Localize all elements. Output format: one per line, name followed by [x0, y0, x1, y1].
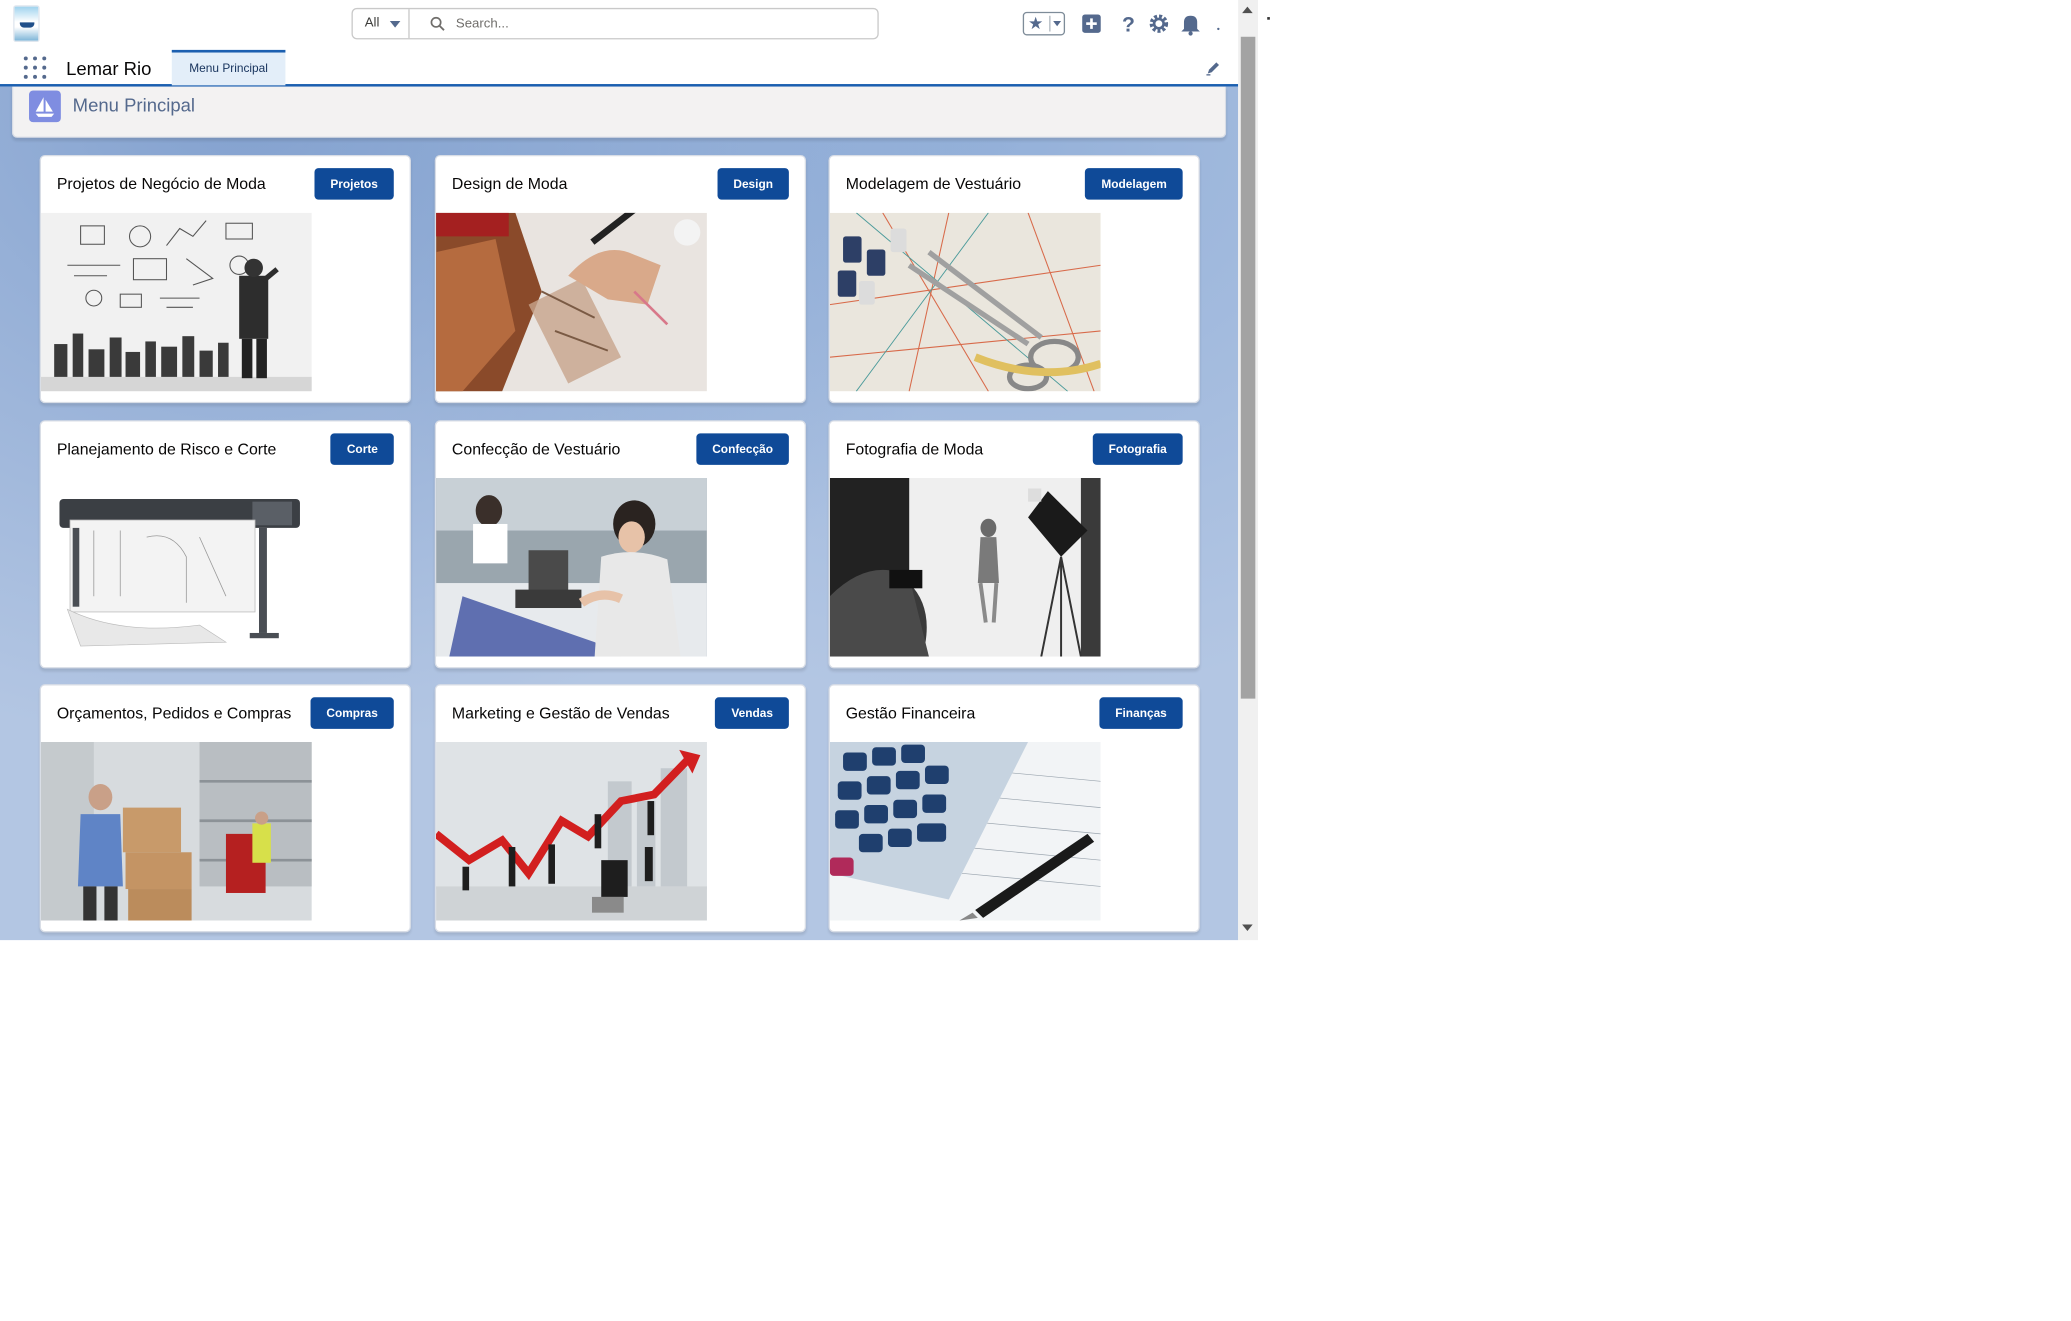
card-image-sewing-patterns: [829, 212, 1101, 392]
card-title: Gestão Financeira: [845, 703, 976, 723]
browser-viewport: All ★ ?: [0, 0, 1258, 941]
confeccao-button[interactable]: Confecção: [696, 433, 789, 465]
card-image-plotter: [40, 478, 312, 657]
corte-button[interactable]: Corte: [330, 433, 394, 465]
org-logo[interactable]: [13, 5, 40, 43]
search-scope-dropdown[interactable]: All: [353, 9, 410, 39]
stray-dot: [1267, 17, 1270, 20]
card-financas: Gestão Financeira Finanças: [828, 684, 1200, 933]
projetos-button[interactable]: Projetos: [314, 168, 394, 200]
app-launcher-icon[interactable]: [23, 56, 47, 79]
card-title: Planejamento de Risco e Corte: [56, 439, 277, 459]
global-header: All ★ ?: [0, 0, 1239, 49]
card-title: Modelagem de Vestuário: [845, 174, 1022, 194]
app-name: Lemar Rio: [66, 57, 152, 79]
card-title: Marketing e Gestão de Vendas: [451, 703, 670, 723]
card-image-calculator: [829, 741, 1101, 921]
card-corte: Planejamento de Risco e Corte Corte: [39, 420, 411, 669]
card-title: Confecção de Vestuário: [451, 439, 621, 459]
svg-text:?: ?: [1122, 14, 1135, 37]
design-button[interactable]: Design: [717, 168, 789, 200]
star-icon: ★: [1028, 13, 1044, 33]
tab-menu-principal[interactable]: Menu Principal: [171, 49, 286, 86]
card-image-photo-studio: [829, 478, 1101, 657]
chevron-down-icon: [389, 21, 401, 28]
card-image-warehouse: [40, 741, 312, 921]
user-avatar[interactable]: [1210, 11, 1234, 37]
card-image-businessman: [40, 212, 312, 392]
fotografia-button[interactable]: Fotografia: [1092, 433, 1183, 465]
help-icon[interactable]: ?: [1117, 11, 1141, 37]
card-confeccao: Confecção de Vestuário Confecção: [434, 420, 807, 669]
card-compras: Orçamentos, Pedidos e Compras Compras: [39, 684, 411, 933]
financas-button[interactable]: Finanças: [1099, 697, 1183, 729]
favorites-button[interactable]: ★: [1022, 11, 1066, 36]
card-title: Design de Moda: [451, 174, 568, 194]
card-projetos: Projetos de Negócio de Moda Projetos: [39, 154, 411, 404]
card-vendas: Marketing e Gestão de Vendas Vendas: [434, 684, 807, 933]
card-fotografia: Fotografia de Moda Fotografia: [828, 420, 1200, 669]
card-image-fashion-sketch: [436, 212, 707, 392]
global-search: All: [351, 7, 879, 40]
screen: All ★ ?: [0, 0, 2071, 1006]
compras-button[interactable]: Compras: [310, 697, 394, 729]
edit-pencil-icon[interactable]: [1205, 60, 1221, 76]
search-scope-label: All: [364, 15, 380, 31]
scroll-down-arrow-icon[interactable]: [1242, 924, 1253, 932]
card-title: Orçamentos, Pedidos e Compras: [56, 703, 292, 723]
vendas-button[interactable]: Vendas: [715, 697, 789, 729]
vertical-scrollbar[interactable]: [1238, 0, 1258, 941]
sailboat-icon: [29, 90, 61, 123]
chevron-down-icon: [1053, 21, 1062, 27]
gear-icon[interactable]: [1147, 11, 1171, 37]
modelagem-button[interactable]: Modelagem: [1085, 168, 1183, 200]
card-title: Fotografia de Moda: [845, 439, 984, 459]
page-header: Menu Principal: [11, 86, 1227, 138]
card-image-seamstress: [436, 478, 707, 657]
bell-icon[interactable]: [1179, 11, 1203, 37]
card-title: Projetos de Negócio de Moda: [56, 174, 266, 194]
search-icon: [430, 16, 445, 31]
card-design: Design de Moda Design: [434, 154, 807, 404]
card-image-growth-chart: [436, 741, 707, 921]
scroll-up-arrow-icon[interactable]: [1242, 6, 1253, 14]
plus-icon[interactable]: [1080, 11, 1104, 37]
app-navigation-bar: Lemar Rio Menu Principal: [0, 48, 1239, 87]
search-input[interactable]: [455, 13, 853, 35]
card-modelagem: Modelagem de Vestuário Modelagem: [828, 154, 1200, 404]
page-title: Menu Principal: [72, 94, 196, 116]
scrollbar-thumb[interactable]: [1240, 36, 1256, 699]
